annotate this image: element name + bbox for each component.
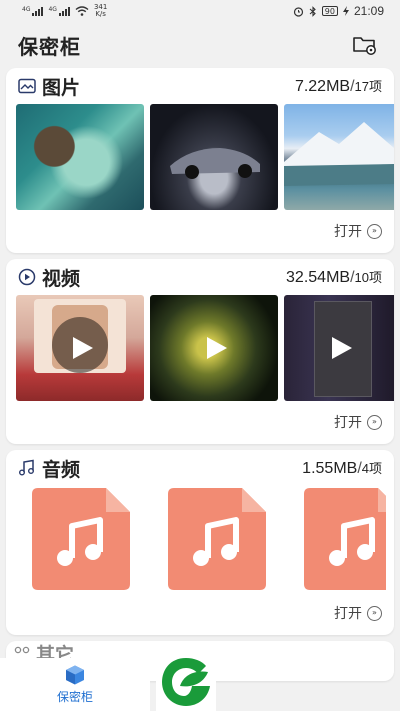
network-type: 4G bbox=[22, 6, 31, 13]
images-thumbnails bbox=[6, 104, 394, 210]
clock: 21:09 bbox=[353, 4, 384, 18]
battery-level: 90 bbox=[324, 6, 335, 16]
audio-thumbnails bbox=[6, 486, 394, 592]
play-icon bbox=[207, 337, 227, 359]
videos-title-label: 视频 bbox=[42, 267, 81, 290]
video-thumbnail-person[interactable] bbox=[16, 295, 144, 401]
double-chevron-right-icon: » bbox=[367, 605, 382, 621]
audio-size: 1.55MB/4项 bbox=[302, 458, 382, 478]
images-title-label: 图片 bbox=[42, 76, 81, 99]
audio-file-icon[interactable] bbox=[302, 486, 386, 592]
video-thumbnail-particles[interactable] bbox=[150, 295, 278, 401]
images-count: 17项 bbox=[354, 79, 382, 94]
leaf-logo bbox=[156, 652, 216, 711]
videos-open-button[interactable]: 打开 » bbox=[334, 412, 382, 432]
audio-open-label: 打开 bbox=[334, 606, 362, 622]
images-size: 7.22MB/17项 bbox=[295, 76, 382, 96]
signal-icon: 4G bbox=[48, 6, 70, 16]
audio-count: 4项 bbox=[361, 461, 382, 476]
charging-icon bbox=[342, 6, 349, 16]
videos-card-header: 视频 32.54MB/10项 bbox=[6, 259, 394, 295]
images-open-label: 打开 bbox=[334, 224, 362, 240]
network-type: 4G bbox=[48, 6, 57, 13]
audio-title: 音频 bbox=[18, 455, 80, 482]
videos-open-label: 打开 bbox=[334, 415, 362, 431]
page-title: 保密柜 bbox=[18, 34, 81, 59]
audio-file-icon[interactable] bbox=[30, 486, 132, 592]
audio-file-icon[interactable] bbox=[166, 486, 268, 592]
bluetooth-icon bbox=[309, 5, 316, 17]
image-icon bbox=[18, 78, 36, 94]
speed-unit: K/s bbox=[95, 10, 106, 18]
alarm-icon bbox=[293, 6, 303, 17]
music-note-icon bbox=[19, 459, 34, 476]
app-header: 保密柜 bbox=[0, 22, 400, 68]
images-open-button[interactable]: 打开 » bbox=[334, 221, 382, 241]
images-card-header: 图片 7.22MB/17项 bbox=[6, 68, 394, 104]
videos-size-value: 32.54MB bbox=[286, 269, 351, 286]
videos-size: 32.54MB/10项 bbox=[286, 267, 382, 287]
folder-settings-icon[interactable] bbox=[352, 34, 378, 56]
audio-card[interactable]: 音频 1.55MB/4项 打开 » bbox=[6, 450, 394, 635]
video-thumbnail-battery[interactable] bbox=[284, 295, 394, 401]
images-title: 图片 bbox=[18, 73, 80, 100]
cube-icon bbox=[66, 665, 84, 685]
play-icon bbox=[73, 337, 93, 359]
image-thumbnail-coast[interactable] bbox=[16, 104, 144, 210]
play-icon bbox=[332, 337, 352, 359]
image-thumbnail-mountain[interactable] bbox=[284, 104, 394, 210]
audio-card-header: 音频 1.55MB/4项 bbox=[6, 450, 394, 486]
audio-size-value: 1.55MB bbox=[302, 460, 358, 477]
bottom-nav-label: 保密柜 bbox=[56, 690, 93, 704]
status-bar: 4G 4G 341 K/s 90 21:09 bbox=[0, 0, 400, 22]
audio-title-label: 音频 bbox=[42, 458, 81, 481]
video-icon bbox=[18, 268, 36, 286]
videos-title: 视频 bbox=[18, 264, 80, 291]
bottom-nav-vault[interactable]: 保密柜 bbox=[0, 658, 150, 711]
images-card[interactable]: 图片 7.22MB/17项 打开 » bbox=[6, 68, 394, 253]
battery-icon: 90 bbox=[321, 6, 338, 16]
audio-open-button[interactable]: 打开 » bbox=[334, 603, 382, 623]
network-speed: 341 K/s bbox=[94, 4, 107, 18]
signal-icon: 4G bbox=[22, 6, 44, 16]
videos-card[interactable]: 视频 32.54MB/10项 打开 » bbox=[6, 259, 394, 444]
videos-count: 10项 bbox=[354, 270, 382, 285]
wifi-icon bbox=[75, 6, 89, 16]
videos-thumbnails bbox=[6, 295, 394, 401]
double-chevron-right-icon: » bbox=[367, 223, 382, 239]
double-chevron-right-icon: » bbox=[367, 414, 382, 430]
image-thumbnail-car[interactable] bbox=[150, 104, 278, 210]
images-size-value: 7.22MB bbox=[294, 78, 351, 95]
